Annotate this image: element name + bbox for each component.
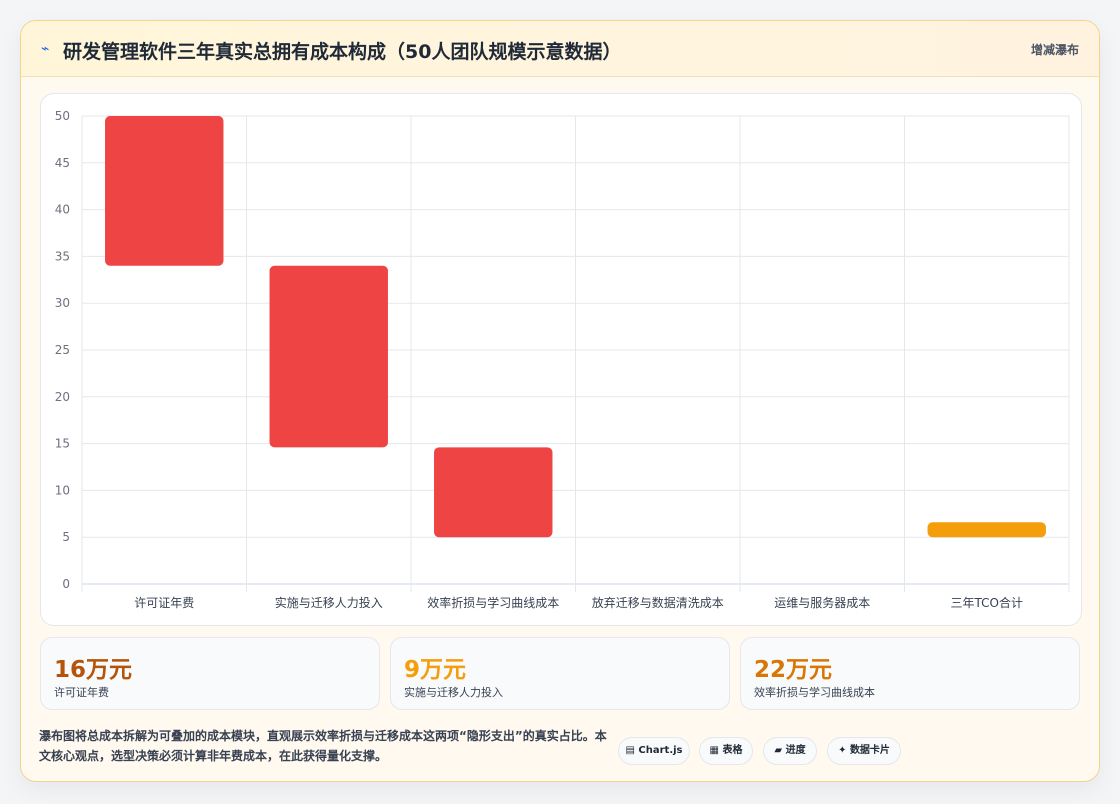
waterfall-chart: 0 5 10 15 20 25 30 35 40 45 50 许可证年费 实施与迁移人力投入 效率折损与学… bbox=[55, 109, 1070, 610]
sparkle-icon: ✦ bbox=[838, 745, 847, 756]
x-tick-label: 运维与服务器成本 bbox=[774, 595, 870, 610]
progress-icon: ▰ bbox=[774, 745, 783, 756]
chart-area: 0 5 10 15 20 25 30 35 40 45 50 许可证年费 实施与迁移人力投入 效率折损与学… bbox=[40, 93, 1082, 626]
y-tick-label: 5 bbox=[62, 530, 70, 544]
table-icon: ▦ bbox=[709, 745, 719, 756]
waterfall-bar bbox=[269, 265, 388, 448]
y-tick-label: 0 bbox=[62, 577, 70, 591]
x-tick-label: 放弃迁移与数据清洗成本 bbox=[592, 595, 724, 610]
stat-card-efficiency: 22万元 效率折损与学习曲线成本 bbox=[740, 637, 1080, 710]
chart-icon: ▤ bbox=[625, 745, 635, 756]
chip-label: Chart.js bbox=[638, 745, 683, 756]
x-tick-label: 效率折损与学习曲线成本 bbox=[427, 595, 559, 610]
y-tick-label: 35 bbox=[55, 249, 70, 263]
chip-chartjs[interactable]: ▤ Chart.js bbox=[618, 737, 690, 765]
y-tick-label: 50 bbox=[55, 109, 70, 123]
waterfall-bar bbox=[434, 447, 553, 538]
y-tick-label: 25 bbox=[55, 343, 70, 357]
chip-table[interactable]: ▦ 表格 bbox=[699, 737, 753, 765]
y-tick-label: 20 bbox=[55, 390, 70, 404]
x-tick-label: 三年TCO合计 bbox=[951, 595, 1023, 610]
stat-label: 许可证年费 bbox=[54, 686, 109, 699]
waterfall-bar bbox=[105, 116, 224, 266]
chart-title: 研发管理软件三年真实总拥有成本构成（50人团队规模示意数据） bbox=[63, 41, 622, 63]
y-tick-label: 15 bbox=[55, 437, 70, 451]
chart-card: ⌁ 研发管理软件三年真实总拥有成本构成（50人团队规模示意数据） 增减瀑布 0 5… bbox=[20, 20, 1100, 782]
chip-progress[interactable]: ▰ 进度 bbox=[763, 737, 817, 765]
stat-label: 实施与迁移人力投入 bbox=[404, 686, 503, 699]
x-tick-label: 许可证年费 bbox=[134, 596, 194, 610]
chip-label: 数据卡片 bbox=[849, 745, 890, 756]
stat-card-license: 16万元 许可证年费 bbox=[40, 637, 380, 710]
y-tick-label: 45 bbox=[55, 156, 70, 170]
y-tick-label: 40 bbox=[55, 203, 70, 217]
stat-label: 效率折损与学习曲线成本 bbox=[754, 686, 875, 699]
y-tick-label: 30 bbox=[55, 296, 70, 310]
stat-card-implementation: 9万元 实施与迁移人力投入 bbox=[390, 637, 730, 710]
stat-value: 16万元 bbox=[54, 657, 133, 683]
chip-label: 进度 bbox=[785, 745, 806, 756]
card-header: ⌁ 研发管理软件三年真实总拥有成本构成（50人团队规模示意数据） 增减瀑布 bbox=[21, 21, 1099, 77]
stat-value: 22万元 bbox=[754, 657, 833, 683]
stat-value: 9万元 bbox=[404, 657, 467, 683]
chip-data-cards[interactable]: ✦ 数据卡片 bbox=[827, 737, 901, 765]
y-tick-label: 10 bbox=[55, 483, 70, 497]
chip-label: 表格 bbox=[722, 745, 743, 756]
chart-type-label: 增减瀑布 bbox=[1030, 43, 1079, 57]
chart-description: 瀑布图将总成本拆解为可叠加的成本模块，直观展示效率折损与迁移成本这两项“隐形支出… bbox=[39, 729, 607, 763]
x-tick-label: 实施与迁移人力投入 bbox=[275, 595, 383, 610]
pulse-icon: ⌁ bbox=[41, 41, 50, 57]
waterfall-bar bbox=[927, 522, 1046, 538]
